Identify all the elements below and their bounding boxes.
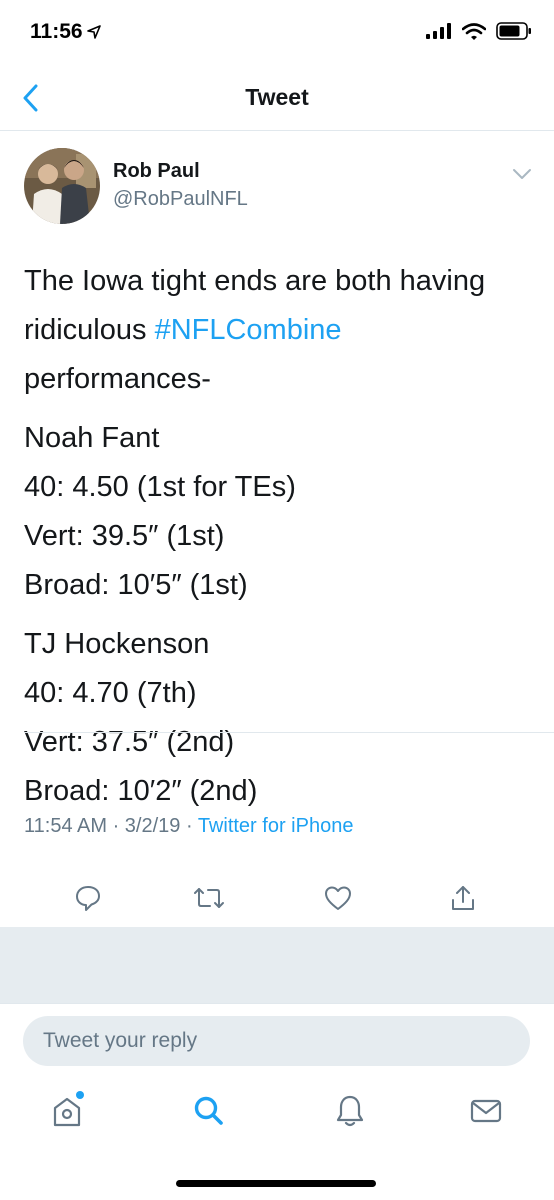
wifi-icon	[462, 22, 486, 40]
retweet-icon	[194, 888, 224, 908]
notifications-icon	[336, 1095, 364, 1127]
tweet-menu-button[interactable]	[512, 167, 532, 181]
tweet-timestamp: 11:54 AM · 3/2/19 ·	[24, 815, 198, 837]
tab-home[interactable]	[47, 1089, 87, 1133]
author-handle[interactable]: @RobPaulNFL	[113, 188, 248, 211]
share-icon	[452, 886, 474, 910]
location-arrow-icon	[86, 25, 101, 39]
search-icon	[194, 1096, 223, 1125]
tweet-line-text: ridiculous	[24, 314, 155, 346]
tweet-line: performances-	[24, 363, 211, 395]
page-title: Tweet	[245, 84, 309, 110]
home-icon	[53, 1097, 81, 1127]
reply-button[interactable]	[70, 880, 106, 916]
author-name[interactable]: Rob Paul	[113, 160, 200, 183]
retweet-button[interactable]	[191, 880, 227, 916]
tweet-meta: 11:54 AM · 3/2/19 · Twitter for iPhone	[24, 815, 353, 838]
tab-messages[interactable]	[466, 1089, 506, 1133]
messages-icon	[470, 1099, 502, 1123]
home-indicator	[176, 1180, 376, 1187]
tab-notifications[interactable]	[330, 1089, 370, 1133]
tweet-line: Vert: 39.5″ (1st)	[24, 520, 225, 552]
chevron-down-icon	[513, 169, 531, 179]
tweet-line: 40: 4.50 (1st for TEs)	[24, 471, 296, 503]
divider	[24, 732, 554, 733]
tweet-actions	[0, 746, 554, 911]
tweet-paragraph-hockenson: TJ Hockenson 40: 4.70 (7th) Vert: 37.5″ …	[24, 620, 534, 816]
tweet-source-link[interactable]: Twitter for iPhone	[198, 815, 354, 837]
avatar[interactable]	[24, 148, 100, 224]
nav-bar: Tweet	[0, 64, 554, 131]
reply-input[interactable]	[23, 1016, 530, 1066]
signal-icon	[426, 23, 451, 39]
like-button[interactable]	[320, 880, 356, 916]
tweet-line: Noah Fant	[24, 422, 160, 454]
tweet-line: TJ Hockenson	[24, 628, 210, 660]
share-button[interactable]	[445, 880, 481, 916]
status-time: 11:56	[30, 20, 101, 44]
status-bar: 11:56	[0, 0, 554, 64]
tweet-line: 40: 4.70 (7th)	[24, 677, 197, 709]
tweet-text: The Iowa tight ends are both having ridi…	[24, 257, 534, 826]
like-icon	[325, 886, 351, 910]
home-notification-dot	[76, 1091, 84, 1099]
status-icons	[426, 22, 532, 40]
separator-band	[0, 927, 554, 1003]
tweet-line: Broad: 10′5″ (1st)	[24, 569, 248, 601]
tweet-paragraph-intro: The Iowa tight ends are both having ridi…	[24, 257, 534, 404]
reply-bar	[0, 1003, 554, 1079]
tweet-paragraph-fant: Noah Fant 40: 4.50 (1st for TEs) Vert: 3…	[24, 414, 534, 610]
battery-icon	[496, 22, 531, 40]
tweet-line: ridiculous #NFLCombine	[24, 306, 534, 355]
tweet-line: The Iowa tight ends are both having	[24, 265, 486, 297]
tab-search[interactable]	[189, 1089, 229, 1133]
hashtag-link[interactable]: #NFLCombine	[155, 314, 342, 346]
reply-icon	[76, 886, 100, 911]
status-time-text: 11:56	[30, 20, 83, 43]
